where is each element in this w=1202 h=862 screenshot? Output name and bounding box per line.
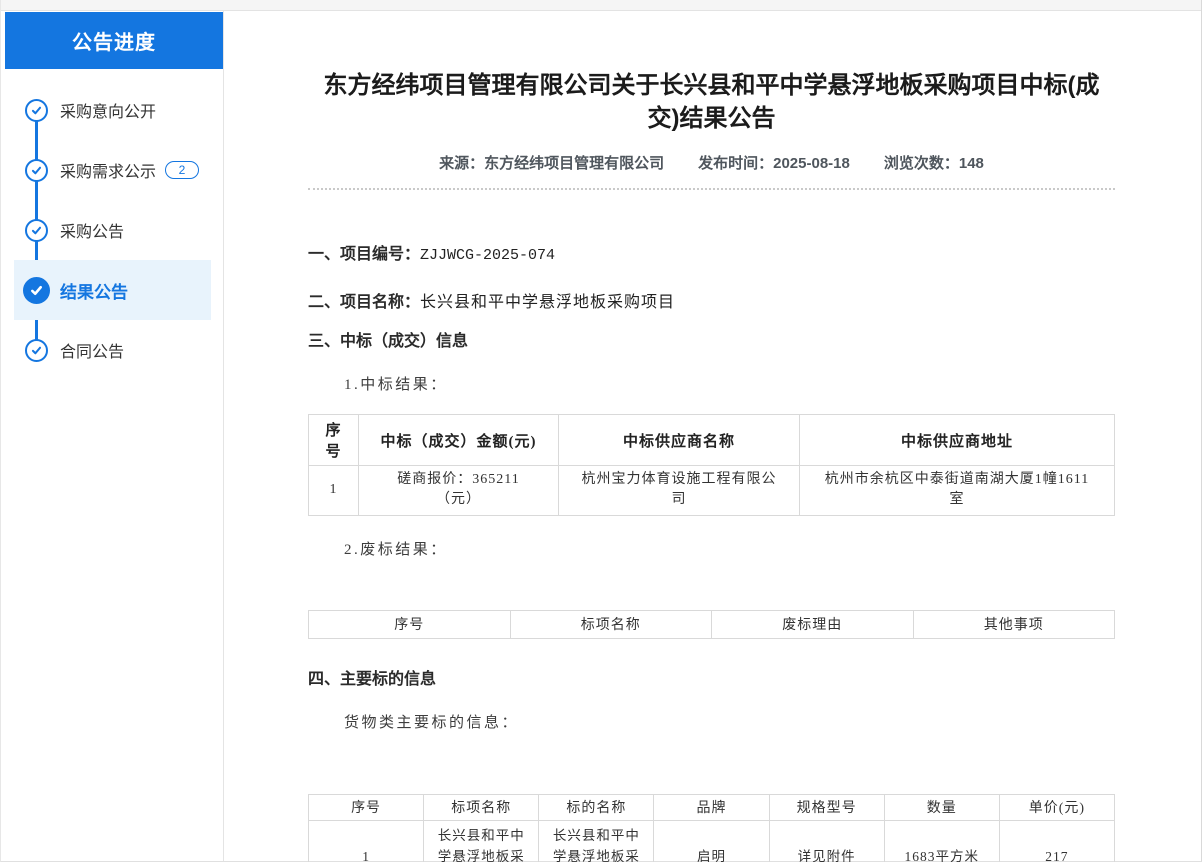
page: 公告进度 采购意向公开 采购需求公示 2 — [0, 0, 1202, 862]
main-layout: 公告进度 采购意向公开 采购需求公示 2 — [1, 11, 1201, 861]
sidebar-item-procurement-notice[interactable]: 采购公告 — [14, 200, 211, 260]
table-cell: 长兴县和平中学悬浮地板采购项目 — [539, 820, 654, 862]
table-cell: 磋商报价：365211（元） — [359, 466, 559, 516]
table-cell: 启明 — [654, 820, 769, 862]
table-header-row: 序号中标（成交）金额(元)中标供应商名称中标供应商地址 — [309, 415, 1115, 466]
sidebar-item-contract-notice[interactable]: 合同公告 — [14, 320, 211, 380]
table-cell: 1 — [309, 820, 424, 862]
project-name-value: 长兴县和平中学悬浮地板采购项目 — [420, 294, 675, 311]
award-result-subheading: 1.中标结果： — [308, 373, 1115, 394]
column-header: 数量 — [884, 794, 999, 820]
divider — [308, 188, 1115, 190]
column-header: 标项名称 — [510, 610, 712, 638]
column-header: 中标供应商地址 — [800, 415, 1115, 466]
progress-sidebar: 公告进度 采购意向公开 采购需求公示 2 — [1, 11, 224, 861]
column-header: 单价(元) — [999, 794, 1114, 820]
announcement-article: 东方经纬项目管理有限公司关于长兴县和平中学悬浮地板采购项目中标(成交)结果公告 … — [224, 11, 1201, 861]
check-circle-icon — [22, 156, 50, 184]
column-header: 规格型号 — [769, 794, 884, 820]
project-number-value: ZJJWCG-2025-074 — [420, 247, 555, 264]
award-result-table: 序号中标（成交）金额(元)中标供应商名称中标供应商地址1磋商报价：365211（… — [308, 414, 1115, 516]
sidebar-title: 公告进度 — [5, 12, 223, 69]
sidebar-item-label: 采购意向公开 — [60, 98, 156, 122]
table-cell: 1 — [309, 466, 359, 516]
goods-info-table: 序号标项名称标的名称品牌规格型号数量单价(元)1长兴县和平中学悬浮地板采购项目长… — [308, 794, 1115, 862]
column-header: 中标（成交）金额(元) — [359, 415, 559, 466]
top-strip — [1, 0, 1201, 11]
table-row: 1磋商报价：365211（元）杭州宝力体育设施工程有限公司杭州市余杭区中泰街道南… — [309, 466, 1115, 516]
check-circle-icon — [22, 336, 50, 364]
table-header-row: 序号标项名称标的名称品牌规格型号数量单价(元) — [309, 794, 1115, 820]
sidebar-item-label: 结果公告 — [60, 278, 128, 303]
section-project-name: 二、项目名称：长兴县和平中学悬浮地板采购项目 — [308, 288, 1115, 312]
column-header: 序号 — [309, 610, 511, 638]
meta-source: 来源：东方经纬项目管理有限公司 — [439, 152, 664, 173]
table-cell: 1683平方米 — [884, 820, 999, 862]
goods-info-note: 货物类主要标的信息： — [308, 711, 1115, 732]
sidebar-item-procurement-intent[interactable]: 采购意向公开 — [14, 80, 211, 140]
column-header: 标的名称 — [539, 794, 654, 820]
check-circle-icon — [22, 96, 50, 124]
meta-publish-time: 发布时间：2025-08-18 — [698, 152, 850, 173]
progress-steps: 采购意向公开 采购需求公示 2 采购公告 — [1, 80, 223, 380]
column-header: 其他事项 — [913, 610, 1115, 638]
column-header: 序号 — [309, 794, 424, 820]
table-cell: 217 — [999, 820, 1114, 862]
column-header: 中标供应商名称 — [559, 415, 800, 466]
sidebar-item-demand-publicity[interactable]: 采购需求公示 2 — [14, 140, 211, 200]
column-header: 废标理由 — [712, 610, 914, 638]
column-header: 标项名称 — [424, 794, 539, 820]
rejected-bid-table: 序号标项名称废标理由其他事项 — [308, 610, 1115, 639]
check-circle-icon — [22, 276, 50, 304]
section-main-subject-heading: 四、主要标的信息 — [308, 665, 1115, 689]
count-badge: 2 — [165, 161, 199, 179]
column-header: 序号 — [309, 415, 359, 466]
sidebar-item-label: 采购需求公示 — [60, 158, 156, 182]
table-header-row: 序号标项名称废标理由其他事项 — [309, 610, 1115, 638]
table-cell: 杭州市余杭区中泰街道南湖大厦1幢1611室 — [800, 466, 1115, 516]
page-title: 东方经纬项目管理有限公司关于长兴县和平中学悬浮地板采购项目中标(成交)结果公告 — [308, 69, 1115, 135]
section-award-info-heading: 三、中标（成交）信息 — [308, 327, 1115, 351]
rejected-result-subheading: 2.废标结果： — [308, 538, 1115, 559]
column-header: 品牌 — [654, 794, 769, 820]
table-row: 1长兴县和平中学悬浮地板采购项目长兴县和平中学悬浮地板采购项目启明详见附件168… — [309, 820, 1115, 862]
table-cell: 杭州宝力体育设施工程有限公司 — [559, 466, 800, 516]
sidebar-item-label: 合同公告 — [60, 338, 124, 362]
check-circle-icon — [22, 216, 50, 244]
meta-view-count: 浏览次数：148 — [884, 152, 984, 173]
section-project-number: 一、项目编号：ZJJWCG-2025-074 — [308, 240, 1115, 264]
article-meta: 来源：东方经纬项目管理有限公司 发布时间：2025-08-18 浏览次数：148 — [308, 152, 1115, 173]
table-cell: 详见附件 — [769, 820, 884, 862]
sidebar-item-result-notice[interactable]: 结果公告 — [14, 260, 211, 320]
table-cell: 长兴县和平中学悬浮地板采购项目 — [424, 820, 539, 862]
sidebar-item-label: 采购公告 — [60, 218, 124, 242]
